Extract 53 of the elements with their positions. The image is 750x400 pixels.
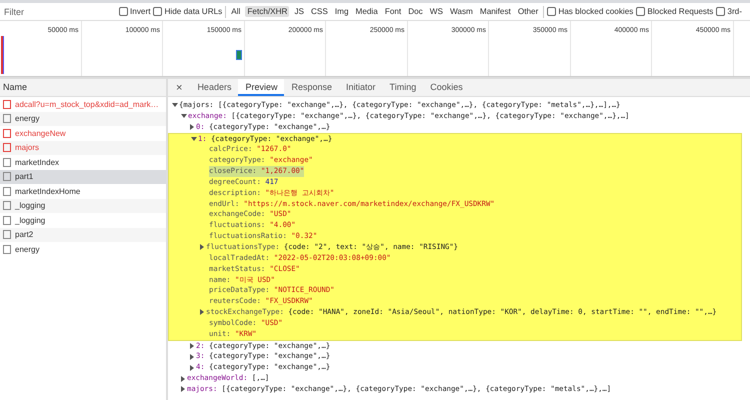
close-button[interactable]: ×	[168, 79, 190, 96]
tab[interactable]: Initiator	[339, 79, 383, 96]
type-filter-button[interactable]: WS	[428, 6, 445, 17]
request-row[interactable]: marketIndexHome	[0, 184, 166, 198]
type-filter-button[interactable]: Fetch/XHR	[245, 6, 290, 17]
checkbox[interactable]	[716, 7, 726, 16]
request-row[interactable]: energy	[0, 242, 166, 256]
request-row[interactable]: part2	[0, 228, 166, 242]
checkbox-label[interactable]: Has blocked cookies	[558, 7, 634, 16]
column-header[interactable]: Name	[0, 79, 166, 97]
type-filter-button[interactable]: CSS	[309, 6, 330, 17]
request-row[interactable]: _logging	[0, 198, 166, 213]
checkbox-label[interactable]: Hide data URLs	[164, 7, 222, 16]
checkbox-label[interactable]: 3rd-	[727, 7, 742, 16]
type-filter-button[interactable]: Font	[382, 6, 404, 17]
expand-arrow-icon[interactable]	[200, 309, 204, 316]
request-row[interactable]: part1	[0, 170, 166, 184]
expand-arrow-icon[interactable]	[181, 386, 185, 392]
expand-arrow-icon[interactable]	[172, 103, 178, 108]
type-filter-button[interactable]: Doc	[406, 6, 425, 17]
checkbox[interactable]	[119, 7, 128, 16]
type-filter-button[interactable]: Media	[354, 6, 380, 17]
type-filter-button[interactable]: Wasm	[448, 6, 475, 17]
type-filter-button[interactable]: Manifest	[478, 6, 513, 17]
tab[interactable]: Response	[284, 79, 340, 96]
request-bar	[236, 50, 242, 60]
request-row[interactable]: exchangeNew	[0, 126, 166, 140]
expand-arrow-icon[interactable]	[181, 114, 187, 118]
request-row[interactable]: majors	[0, 140, 166, 155]
type-filter-button[interactable]: JS	[292, 6, 306, 17]
expand-arrow-icon[interactable]	[181, 376, 185, 382]
request-row[interactable]: energy	[0, 112, 166, 126]
checkbox[interactable]	[636, 7, 646, 16]
checkbox[interactable]	[547, 7, 556, 16]
tab[interactable]: Cookies	[423, 79, 470, 96]
expand-arrow-icon[interactable]	[190, 364, 194, 371]
checkbox-label[interactable]: Invert	[130, 7, 150, 16]
tab[interactable]: Timing	[382, 79, 424, 96]
request-row[interactable]: marketIndex	[0, 155, 166, 170]
request-row[interactable]: _logging	[0, 213, 166, 228]
expand-arrow-icon[interactable]	[200, 244, 204, 250]
type-filter-button[interactable]: Img	[332, 6, 350, 17]
tab[interactable]: Preview	[238, 79, 284, 96]
checkbox[interactable]	[153, 7, 162, 16]
checkbox-label[interactable]: Blocked Requests	[647, 7, 714, 16]
tab[interactable]: Headers	[190, 79, 238, 96]
expand-arrow-icon[interactable]	[191, 136, 197, 141]
expand-arrow-icon[interactable]	[190, 342, 194, 349]
type-filter-button[interactable]: Other	[516, 6, 540, 17]
type-filter-button[interactable]: All	[229, 6, 242, 17]
expand-arrow-icon[interactable]	[190, 354, 194, 360]
request-row[interactable]: adcall?u=m_stock_top&xdid=ad_mark…	[0, 97, 166, 112]
request-bar	[1, 36, 4, 74]
